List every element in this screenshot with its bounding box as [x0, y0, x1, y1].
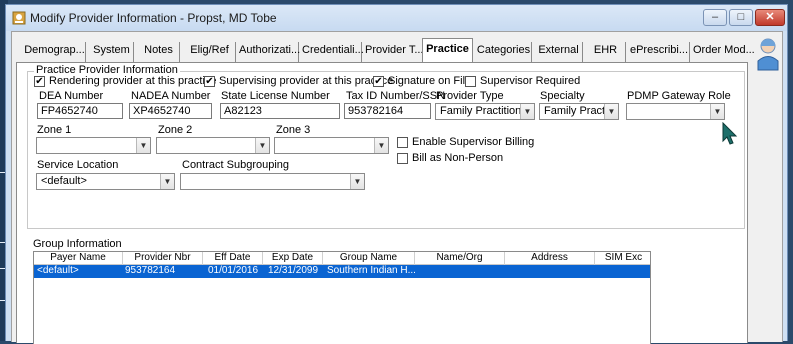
- user-profile-icon[interactable]: [756, 37, 780, 71]
- dea-label: DEA Number: [39, 90, 104, 102]
- service-location-select[interactable]: <default> ▼: [36, 173, 175, 190]
- tab-elig-ref[interactable]: Elig/Ref: [184, 42, 236, 62]
- contract-subgrouping-select[interactable]: ▼: [180, 173, 365, 190]
- close-icon: ✕: [765, 11, 775, 23]
- tab-eprescribing[interactable]: ePrescribi...: [629, 42, 690, 62]
- table-cell: 01/01/2016: [207, 265, 259, 276]
- practice-tab-panel: Practice Provider Information ✔ Renderin…: [16, 62, 748, 344]
- specialty-value: Family Pract: [544, 105, 604, 117]
- rendering-label: Rendering provider at this practice: [49, 75, 217, 87]
- supervising-label: Supervising provider at this practice: [219, 75, 394, 87]
- signature-checkbox-box[interactable]: ✔: [373, 76, 384, 87]
- table-cell: <default>: [37, 265, 79, 276]
- chevron-down-icon[interactable]: ▼: [160, 174, 174, 189]
- dea-number-field[interactable]: FP4652740: [37, 103, 123, 119]
- mouse-pointer-icon: [722, 122, 738, 145]
- enable-supervisor-billing-label: Enable Supervisor Billing: [412, 136, 535, 148]
- column-header[interactable]: Payer Name: [34, 252, 123, 265]
- modify-provider-window: Modify Provider Information - Propst, MD…: [5, 4, 788, 344]
- table-header: Payer Name Provider Nbr Eff Date Exp Dat…: [34, 252, 650, 265]
- table-cell: 12/31/2099: [267, 265, 319, 276]
- provider-app-icon: [12, 11, 26, 25]
- chevron-down-icon[interactable]: ▼: [374, 138, 388, 153]
- table-cell: 953782164: [125, 265, 176, 276]
- window-title: Modify Provider Information - Propst, MD…: [30, 11, 277, 25]
- provider-type-select[interactable]: Family Practitione ▼: [435, 103, 535, 120]
- contract-subgrouping-label: Contract Subgrouping: [182, 159, 290, 171]
- group-information-table: Payer Name Provider Nbr Eff Date Exp Dat…: [33, 251, 651, 344]
- tab-practice[interactable]: Practice: [422, 38, 473, 62]
- close-button[interactable]: ✕: [755, 9, 785, 26]
- provider-type-value: Family Practitione: [440, 105, 520, 117]
- chevron-down-icon[interactable]: ▼: [255, 138, 269, 153]
- zone1-label: Zone 1: [37, 124, 72, 136]
- zone3-select[interactable]: ▼: [274, 137, 389, 154]
- state-license-label: State License Number: [221, 90, 330, 102]
- maximize-icon: □: [737, 11, 745, 23]
- practice-provider-groupbox: Practice Provider Information ✔ Renderin…: [27, 64, 745, 229]
- specialty-label: Specialty: [540, 90, 585, 102]
- chevron-down-icon[interactable]: ▼: [350, 174, 364, 189]
- title-bar[interactable]: Modify Provider Information - Propst, MD…: [6, 5, 787, 31]
- tab-system[interactable]: System: [90, 42, 134, 62]
- table-cell: Southern Indian H...: [327, 265, 415, 276]
- tab-external[interactable]: External: [535, 42, 583, 62]
- zone2-label: Zone 2: [158, 124, 193, 136]
- zone1-select[interactable]: ▼: [36, 137, 151, 154]
- nadea-number-field[interactable]: XP4652740: [129, 103, 212, 119]
- tax-id-label: Tax ID Number/SSN: [346, 90, 446, 102]
- specialty-select[interactable]: Family Pract ▼: [539, 103, 619, 120]
- maximize-button[interactable]: □: [729, 9, 753, 26]
- column-header[interactable]: Name/Org: [415, 252, 505, 265]
- table-row[interactable]: <default> 953782164 01/01/2016 12/31/209…: [34, 265, 650, 278]
- tab-provider-type[interactable]: Provider T...: [365, 42, 424, 62]
- tax-id-field[interactable]: 953782164: [344, 103, 431, 119]
- zone3-label: Zone 3: [276, 124, 311, 136]
- column-header[interactable]: Provider Nbr: [123, 252, 203, 265]
- minimize-button[interactable]: –: [703, 9, 727, 26]
- tab-notes[interactable]: Notes: [138, 42, 180, 62]
- window-client-area: Demograp... System Notes Elig/Ref Author…: [11, 31, 783, 344]
- enable-supervisor-billing-box[interactable]: [397, 137, 408, 148]
- tab-strip: Demograp... System Notes Elig/Ref Author…: [18, 36, 755, 62]
- chevron-down-icon[interactable]: ▼: [136, 138, 150, 153]
- service-location-label: Service Location: [37, 159, 119, 171]
- chevron-down-icon[interactable]: ▼: [604, 104, 618, 119]
- service-location-value: <default>: [41, 175, 87, 187]
- tab-categories[interactable]: Categories: [476, 42, 532, 62]
- tab-demographics[interactable]: Demograp...: [24, 42, 86, 62]
- supervisor-required-box[interactable]: [465, 76, 476, 87]
- pdmp-gateway-role-select[interactable]: ▼: [626, 103, 725, 120]
- tab-authorizations[interactable]: Authorizati...: [239, 42, 300, 62]
- chevron-down-icon[interactable]: ▼: [520, 104, 534, 119]
- group-information-label: Group Information: [33, 238, 122, 250]
- column-header[interactable]: SIM Exc: [595, 252, 650, 265]
- bill-as-non-person-label: Bill as Non-Person: [412, 152, 504, 164]
- column-header[interactable]: Group Name: [323, 252, 415, 265]
- provider-type-label: Provider Type: [436, 90, 504, 102]
- zone2-select[interactable]: ▼: [156, 137, 270, 154]
- minimize-icon: –: [711, 11, 719, 23]
- signature-label: Signature on File: [388, 75, 472, 87]
- pdmp-label: PDMP Gateway Role: [627, 90, 731, 102]
- column-header[interactable]: Exp Date: [263, 252, 323, 265]
- column-header[interactable]: Eff Date: [203, 252, 263, 265]
- tab-ehr[interactable]: EHR: [586, 42, 626, 62]
- supervising-checkbox-box[interactable]: ✔: [204, 76, 215, 87]
- rendering-checkbox-box[interactable]: ✔: [34, 76, 45, 87]
- tab-order-mode[interactable]: Order Mod...: [693, 42, 755, 62]
- column-header[interactable]: Address: [505, 252, 595, 265]
- chevron-down-icon[interactable]: ▼: [710, 104, 724, 119]
- state-license-field[interactable]: A82123: [220, 103, 340, 119]
- bill-as-non-person-box[interactable]: [397, 153, 408, 164]
- tab-credentialing[interactable]: Credentiali...: [302, 42, 364, 62]
- nadea-label: NADEA Number: [131, 90, 211, 102]
- supervisor-required-label: Supervisor Required: [480, 75, 581, 87]
